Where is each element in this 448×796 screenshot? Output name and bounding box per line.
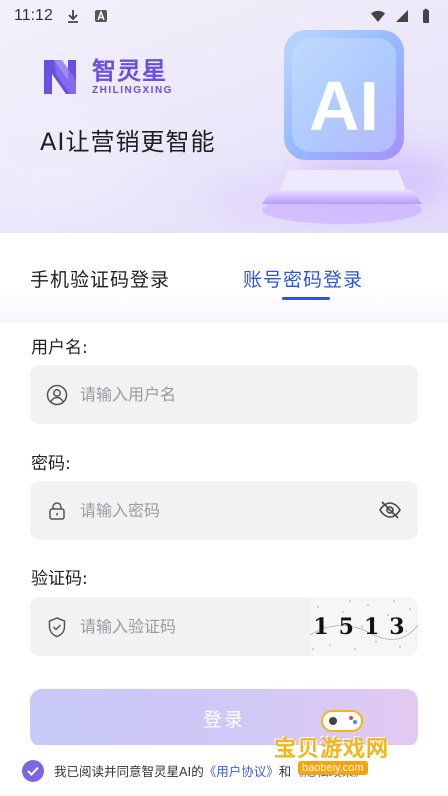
a-badge-icon [94,10,107,22]
shield-check-icon [48,616,66,637]
ai-badge-text: AI [309,67,379,145]
tab-password-login[interactable]: 账号密码登录 [243,265,363,292]
download-icon [67,10,78,23]
captcha-text: 1513 [313,613,415,640]
brand-name-cn: 智灵星 [92,56,167,85]
slogan: AI让营销更智能 [40,128,216,156]
active-tab-indicator [282,297,330,300]
logo-mark-icon [44,60,76,94]
user-agreement-link[interactable]: 《用户协议》 [204,761,279,780]
login-tabs: 手机验证码登录 账号密码登录 [0,233,448,323]
ai-cube-illustration: AI [262,30,422,224]
username-field[interactable] [30,365,418,424]
username-input[interactable] [80,385,418,404]
password-field[interactable] [30,481,418,540]
captcha-field[interactable] [30,597,310,656]
privacy-policy-link[interactable]: 《隐私政策》 [291,761,366,780]
lock-icon [49,501,65,520]
captcha-input[interactable] [80,617,310,636]
tab-sms-login[interactable]: 手机验证码登录 [30,265,170,292]
password-label: 密码: [31,454,71,474]
username-label: 用户名: [31,338,88,358]
brand-name-en: ZHILINGXING [92,84,173,96]
brand-logo: 智灵星 ZHILINGXING [40,56,173,98]
agreement-prefix: 我已阅读并同意智灵星AI的 [54,764,204,779]
captcha-image[interactable]: 1513 [310,597,418,656]
login-button[interactable]: 登录 [30,689,418,747]
eye-hidden-icon[interactable] [378,499,402,521]
agreement-and: 和 [278,764,292,779]
agreement-checkbox[interactable] [22,759,44,782]
status-time: 11:12 [14,7,53,24]
password-input[interactable] [80,501,418,520]
user-icon [46,384,68,405]
agreement-row: 我已阅读并同意智灵星AI的 《用户协议》 和 《隐私政策》 [0,745,448,796]
captcha-label: 验证码: [31,569,88,589]
checkmark-icon [27,766,39,776]
